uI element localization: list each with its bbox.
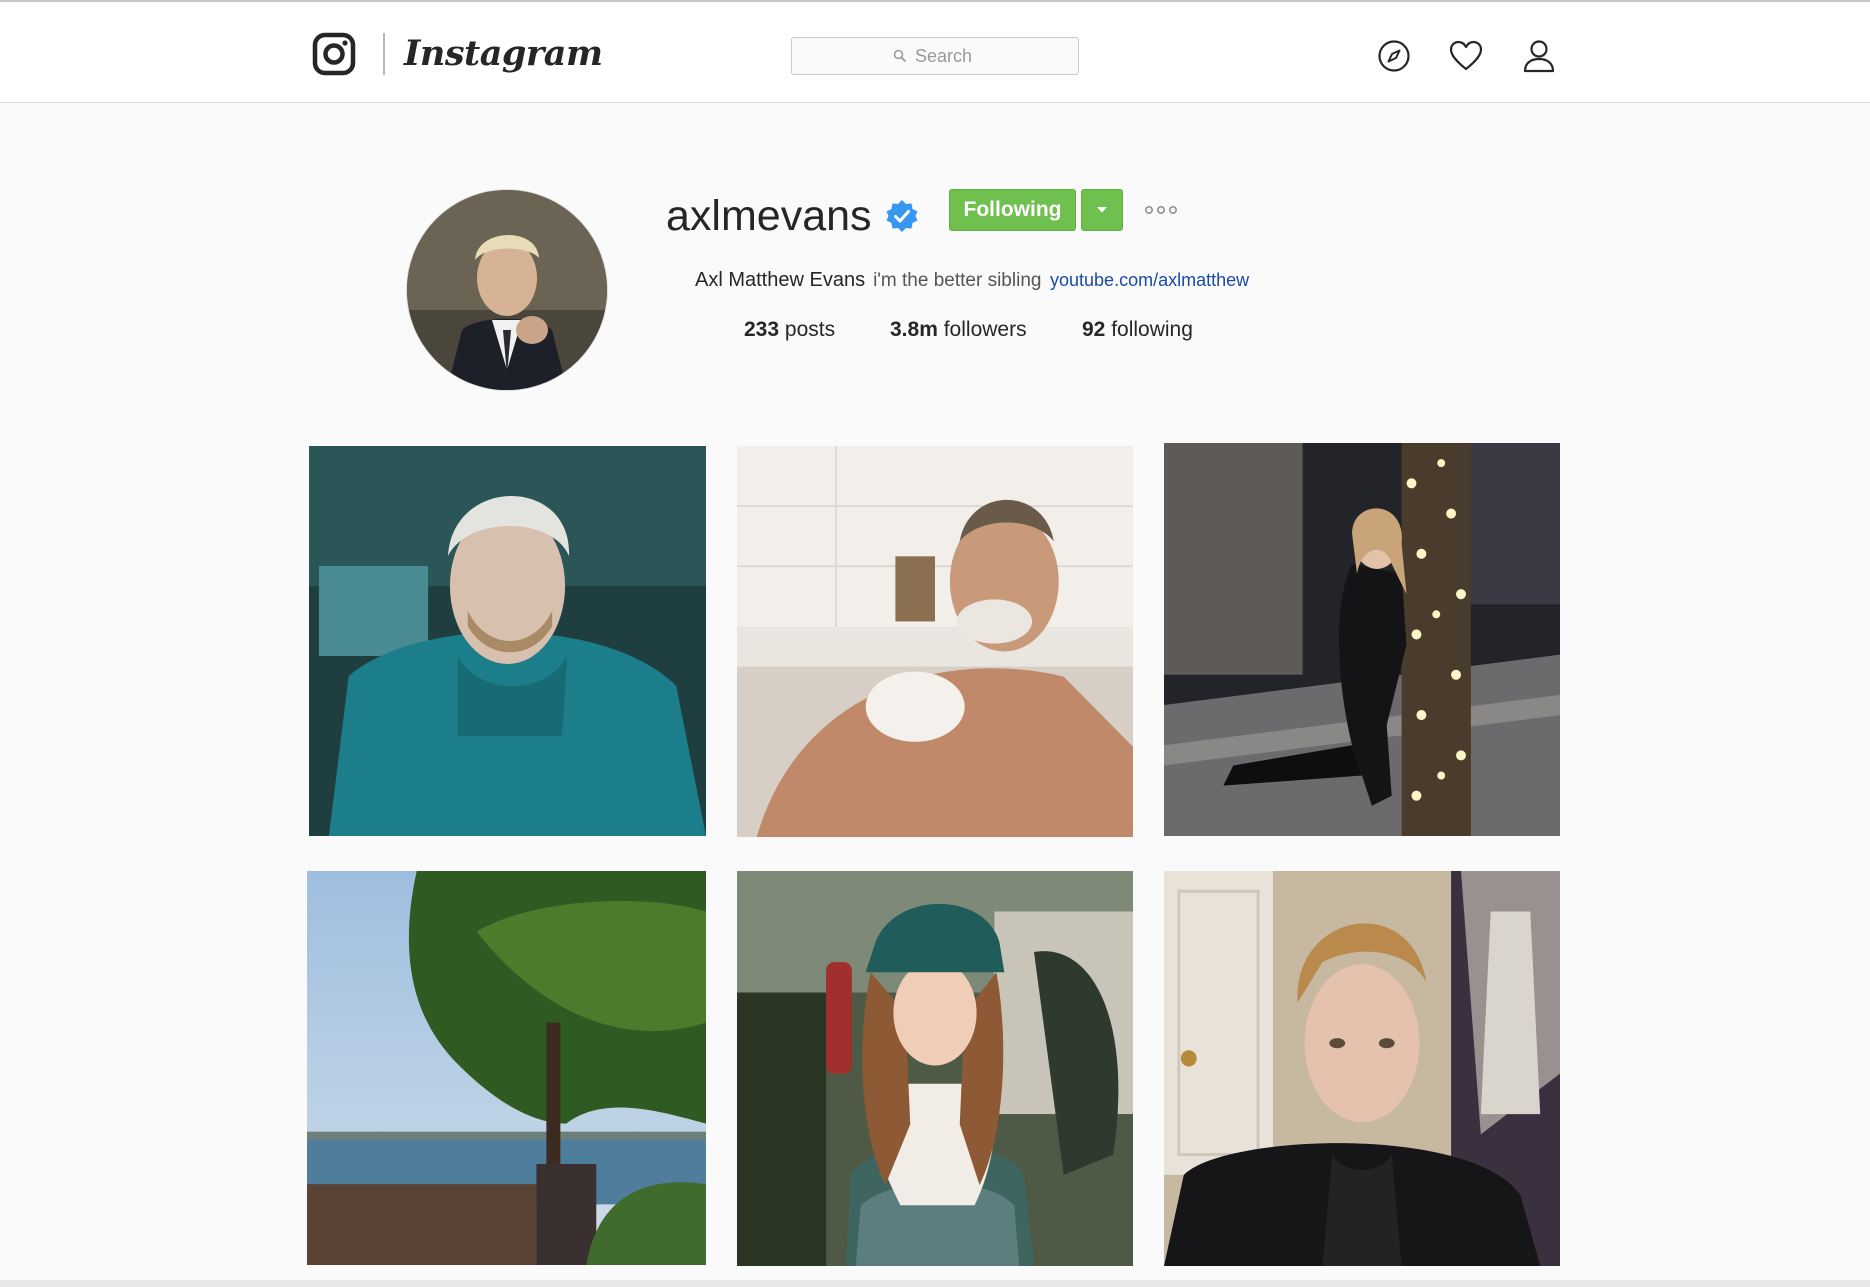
post-thumbnail[interactable] <box>737 446 1133 837</box>
heart-icon[interactable] <box>1448 38 1484 74</box>
post-thumbnail[interactable] <box>309 446 706 836</box>
compass-icon[interactable] <box>1376 38 1412 74</box>
search-box[interactable] <box>791 37 1079 75</box>
search-input[interactable] <box>915 45 977 67</box>
post-thumbnail[interactable] <box>1164 871 1560 1266</box>
verified-badge-icon <box>885 199 919 233</box>
followers-label: followers <box>943 318 1027 341</box>
more-options-icon[interactable] <box>1143 202 1179 218</box>
posts-count: 233 <box>744 318 780 341</box>
following-count: 92 <box>1082 318 1106 341</box>
post-thumbnail[interactable] <box>307 871 706 1265</box>
post-thumbnail[interactable] <box>1164 443 1560 836</box>
posts-count-stat: 233 posts <box>744 315 835 345</box>
top-navigation-bar: Instagram <box>0 0 1870 103</box>
profile-avatar[interactable] <box>406 189 608 391</box>
following-label: following <box>1111 318 1193 341</box>
followers-count: 3.8m <box>890 318 938 341</box>
search-icon <box>893 49 907 63</box>
followers-count-stat[interactable]: 3.8m followers <box>890 315 1027 345</box>
instagram-wordmark[interactable]: Instagram <box>404 30 603 78</box>
person-icon[interactable] <box>1521 38 1557 74</box>
posts-label: posts <box>784 318 836 341</box>
profile-full-name: Axl Matthew Evans <box>695 269 866 291</box>
profile-username: axlmevans <box>666 192 872 240</box>
following-count-stat[interactable]: 92 following <box>1082 315 1193 345</box>
profile-bio: Axl Matthew Evans i'm the better sibling … <box>695 265 1249 296</box>
follow-dropdown-button[interactable] <box>1081 189 1123 231</box>
page-bottom-edge <box>0 1280 1870 1287</box>
instagram-glyph-icon[interactable] <box>312 32 356 76</box>
profile-bio-text: i'm the better sibling <box>873 270 1042 291</box>
logo-divider <box>383 33 385 75</box>
following-button[interactable]: Following <box>949 189 1076 231</box>
profile-bio-link[interactable]: youtube.com/axlmatthew <box>1050 270 1249 290</box>
caret-down-icon <box>1097 207 1107 213</box>
post-thumbnail[interactable] <box>737 871 1133 1266</box>
